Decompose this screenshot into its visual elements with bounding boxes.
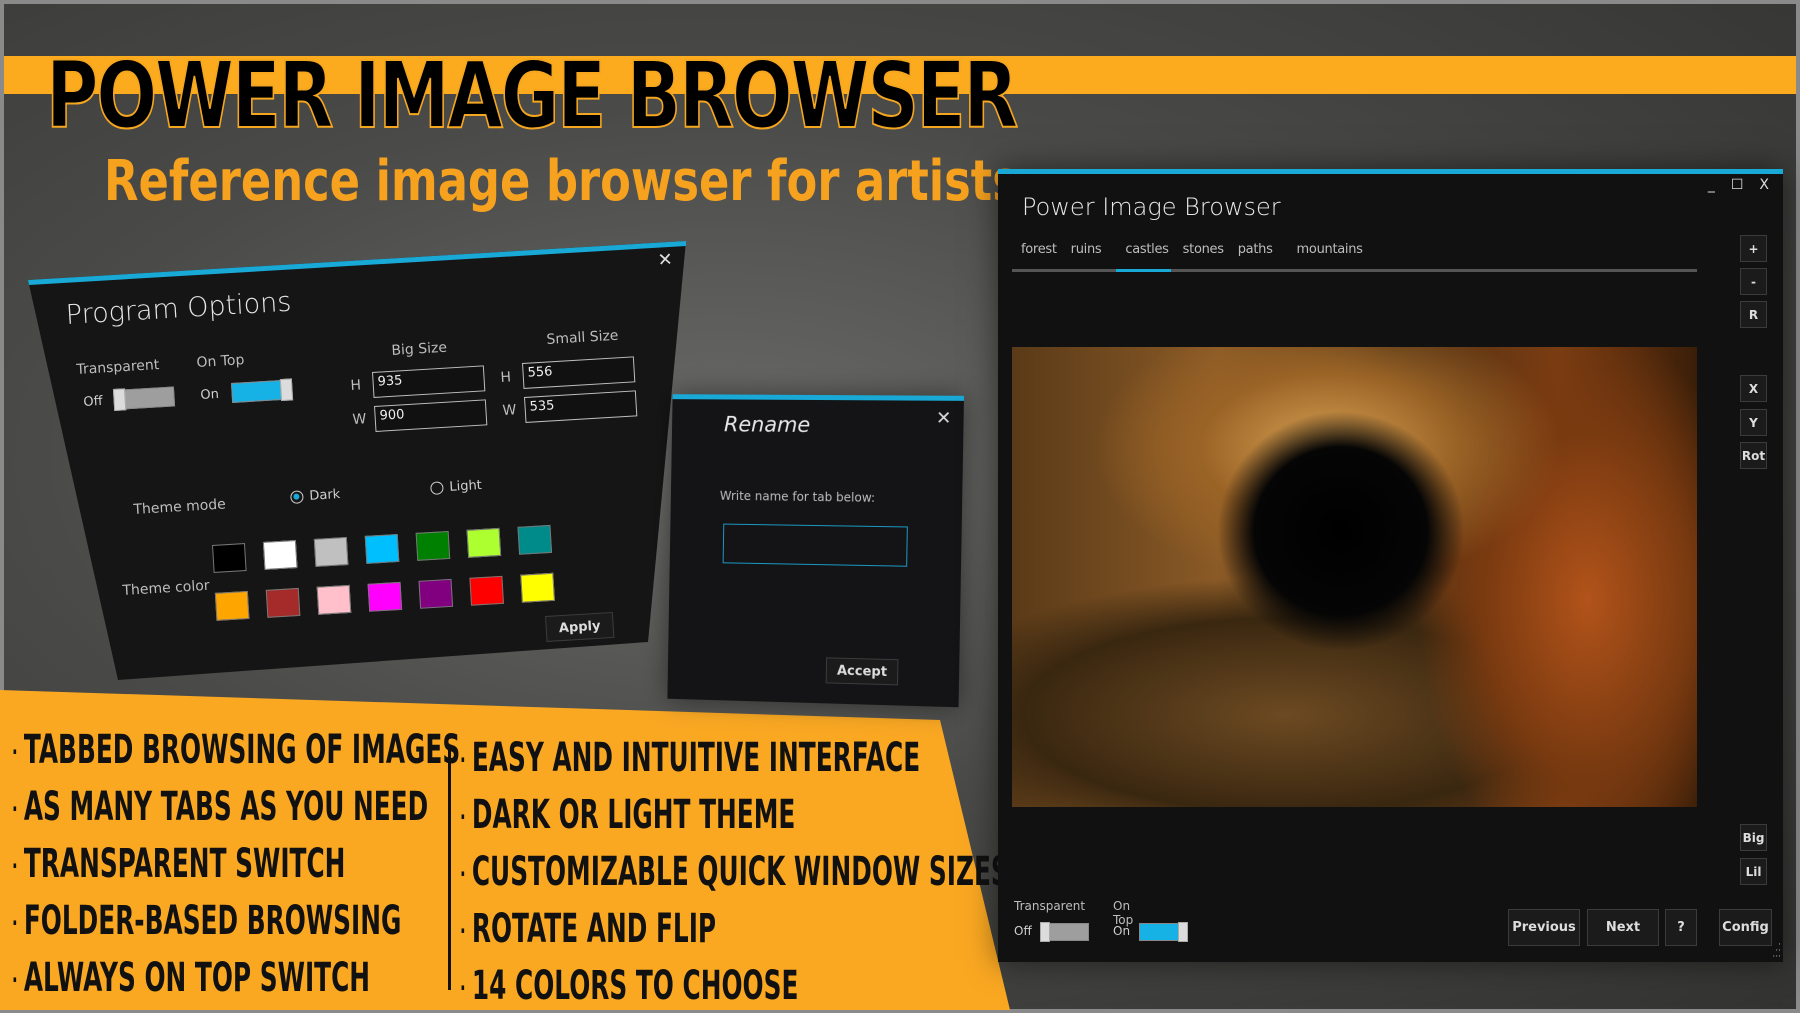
theme-color-swatch[interactable] xyxy=(262,540,298,570)
rename-prompt: Write name for tab below: xyxy=(719,488,876,505)
window-controls: _ ☐ X xyxy=(1708,177,1769,193)
theme-mode-dark-radio[interactable]: Dark xyxy=(290,487,341,505)
promo-subtitle: Reference image browser for artists xyxy=(104,149,1019,214)
on-top-state-label: On xyxy=(200,386,220,403)
promo-title: POWER IMAGE BROWSER xyxy=(45,42,1019,149)
window-accent-bar xyxy=(998,169,1783,174)
previous-button[interactable]: Previous xyxy=(1508,909,1580,946)
feature-item: · Transparent switch xyxy=(12,841,346,887)
feature-item: · Rotate and flip xyxy=(460,906,717,952)
transparent-state-label: Off xyxy=(83,393,104,410)
feature-item: · Easy and intuitive interface xyxy=(460,735,921,781)
transparent-label: Transparent xyxy=(1014,899,1086,913)
tab-paths[interactable]: paths xyxy=(1231,242,1280,257)
close-icon[interactable]: X xyxy=(1759,177,1769,193)
close-icon[interactable]: ✕ xyxy=(936,408,952,429)
theme-color-swatch[interactable] xyxy=(313,536,349,567)
feature-item: · As many tabs as you need xyxy=(12,784,429,830)
feature-item: · Folder-based browsing xyxy=(12,898,402,944)
theme-color-swatch[interactable] xyxy=(418,578,454,609)
big-size-button[interactable]: Big xyxy=(1740,824,1767,851)
big-size-h-label: H xyxy=(350,377,362,394)
apply-button[interactable]: Apply xyxy=(545,611,615,642)
rename-dialog: Rename ✕ Write name for tab below: Accep… xyxy=(667,394,965,708)
feature-item: · Tabbed browsing of images xyxy=(12,727,461,773)
theme-color-swatch[interactable] xyxy=(520,572,555,603)
feature-item: · 14 colors to choose xyxy=(460,963,799,1009)
maximize-icon[interactable]: ☐ xyxy=(1731,177,1744,193)
tab-stones[interactable]: stones xyxy=(1176,242,1231,257)
lil-size-button[interactable]: Lil xyxy=(1740,858,1767,885)
config-button[interactable]: Config xyxy=(1719,909,1772,946)
big-size-w-label: W xyxy=(352,411,367,428)
theme-color-swatch[interactable] xyxy=(214,590,250,621)
big-size-label: Big Size xyxy=(391,339,448,359)
theme-color-swatch[interactable] xyxy=(364,533,400,564)
reset-zoom-button[interactable]: R xyxy=(1740,301,1767,328)
theme-color-palette xyxy=(212,524,577,645)
next-button[interactable]: Next xyxy=(1587,909,1659,946)
main-window: Power Image Browser _ ☐ X forest ruins c… xyxy=(998,169,1783,962)
resize-grip-icon[interactable]: · ·· ··· xyxy=(1772,941,1781,962)
theme-color-swatch[interactable] xyxy=(212,543,247,573)
flip-x-button[interactable]: X xyxy=(1740,375,1767,402)
theme-color-swatch[interactable] xyxy=(469,575,505,606)
theme-mode-light-radio[interactable]: Light xyxy=(430,478,482,496)
transparent-state-label: Off xyxy=(1014,924,1032,938)
on-top-label: On Top xyxy=(196,352,245,371)
radio-unchecked-icon xyxy=(430,481,444,495)
theme-color-swatch[interactable] xyxy=(415,530,451,561)
tab-bar: forest ruins castles stones paths mounta… xyxy=(1014,242,1370,257)
dialog-title: Rename xyxy=(723,412,811,437)
flip-y-button[interactable]: Y xyxy=(1740,409,1767,436)
zoom-out-button[interactable]: - xyxy=(1740,268,1767,295)
feature-item: · Customizable quick window sizes xyxy=(460,849,1009,895)
transparent-toggle[interactable] xyxy=(1040,922,1089,942)
tab-scrollbar[interactable] xyxy=(1012,269,1697,272)
reference-image[interactable] xyxy=(1012,347,1697,807)
theme-color-swatch[interactable] xyxy=(316,584,352,615)
dialog-accent-bar xyxy=(672,394,965,401)
help-button[interactable]: ? xyxy=(1665,909,1697,946)
rotate-button[interactable]: Rot xyxy=(1740,442,1767,469)
active-tab-indicator xyxy=(1116,269,1171,272)
on-top-state-label: On xyxy=(1113,924,1131,938)
zoom-in-button[interactable]: + xyxy=(1740,235,1767,262)
on-top-toggle[interactable] xyxy=(1139,922,1188,942)
tab-name-input[interactable] xyxy=(722,523,908,567)
on-top-toggle[interactable] xyxy=(231,378,294,403)
on-top-label: On Top xyxy=(1113,899,1134,927)
theme-color-swatch[interactable] xyxy=(265,587,301,618)
theme-color-swatch[interactable] xyxy=(367,581,403,612)
close-icon[interactable]: ✕ xyxy=(657,249,673,271)
tab-ruins[interactable]: ruins xyxy=(1064,242,1109,257)
theme-color-swatch[interactable] xyxy=(517,524,553,555)
tab-mountains[interactable]: mountains xyxy=(1290,242,1370,257)
theme-color-swatch[interactable] xyxy=(466,527,502,558)
tab-castles[interactable]: castles xyxy=(1118,242,1175,257)
transparent-toggle[interactable] xyxy=(112,386,176,412)
small-size-w-label: W xyxy=(502,402,517,419)
tab-forest[interactable]: forest xyxy=(1014,242,1064,257)
accept-button[interactable]: Accept xyxy=(825,657,899,686)
feature-item: · Dark or light theme xyxy=(460,792,796,838)
feature-item: · Always on top switch xyxy=(12,955,371,1001)
minimize-icon[interactable]: _ xyxy=(1708,177,1715,193)
radio-checked-icon xyxy=(290,490,304,504)
window-title: Power Image Browser xyxy=(1022,193,1281,221)
small-size-h-label: H xyxy=(500,369,512,386)
